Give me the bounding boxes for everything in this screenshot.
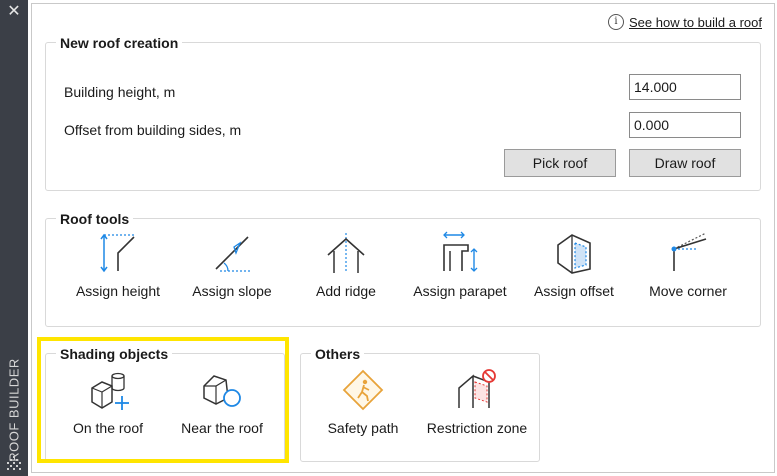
restriction-zone-label: Restriction zone [426,420,528,436]
safety-path-tool[interactable]: Safety path [307,368,419,448]
near-the-roof-tool[interactable]: Near the roof [166,368,278,448]
assign-parapet-icon [443,231,478,272]
assign-offset-label: Assign offset [534,283,614,299]
assign-offset-tool[interactable]: Assign offset [518,231,630,311]
close-icon[interactable]: ✕ [0,4,28,20]
assign-offset-icon [557,234,591,274]
on-the-roof-icon [91,372,129,410]
draw-roof-button[interactable]: Draw roof [629,149,741,177]
assign-height-tool[interactable]: Assign height [62,231,174,311]
new-roof-creation-title: New roof creation [56,35,183,51]
new-roof-creation-group: New roof creation Building height, m Off… [45,35,761,191]
shading-objects-group: Shading objects On the roof Near the roo… [45,346,285,462]
roof-tools-group: Roof tools Assign height Assign slope Ad… [45,211,761,327]
on-the-roof-label: On the roof [72,420,144,436]
add-ridge-label: Add ridge [316,283,376,299]
assign-parapet-tool[interactable]: Assign parapet [404,231,516,311]
building-height-label: Building height, m [64,84,176,100]
others-title: Others [311,346,365,362]
near-the-roof-icon [203,375,241,407]
assign-slope-icon [215,236,250,272]
move-corner-tool[interactable]: Move corner [632,231,744,311]
assign-slope-label: Assign slope [192,283,272,299]
add-ridge-icon [327,233,365,273]
panel-title: ROOF BUILDER [6,358,22,462]
roof-builder-panel: i See how to build a roof New roof creat… [31,3,775,473]
others-group: Others Safety path Restriction zone [300,346,540,462]
move-corner-icon [671,232,707,271]
move-corner-label: Move corner [649,283,727,299]
near-the-roof-label: Near the roof [181,420,263,436]
assign-parapet-label: Assign parapet [413,283,507,299]
pick-roof-button[interactable]: Pick roof [504,149,616,177]
shading-objects-title: Shading objects [56,346,173,362]
assign-height-label: Assign height [75,283,161,299]
side-panel-bar: ✕ ROOF BUILDER [0,0,28,476]
assign-height-icon [100,233,136,273]
roof-tools-title: Roof tools [56,211,134,227]
building-height-input[interactable] [629,74,741,100]
offset-label: Offset from building sides, m [64,122,242,138]
safety-path-label: Safety path [327,420,399,436]
grip-icon[interactable] [7,456,21,470]
on-the-roof-tool[interactable]: On the roof [52,368,164,448]
safety-path-icon [342,369,384,411]
restriction-zone-icon [458,369,496,408]
offset-input[interactable] [629,112,741,138]
restriction-zone-tool[interactable]: Restriction zone [421,368,533,448]
help-link[interactable]: i See how to build a roof [608,14,762,30]
info-icon: i [608,14,625,30]
add-ridge-tool[interactable]: Add ridge [290,231,402,311]
help-link-text[interactable]: See how to build a roof [629,15,762,30]
assign-slope-tool[interactable]: Assign slope [176,231,288,311]
